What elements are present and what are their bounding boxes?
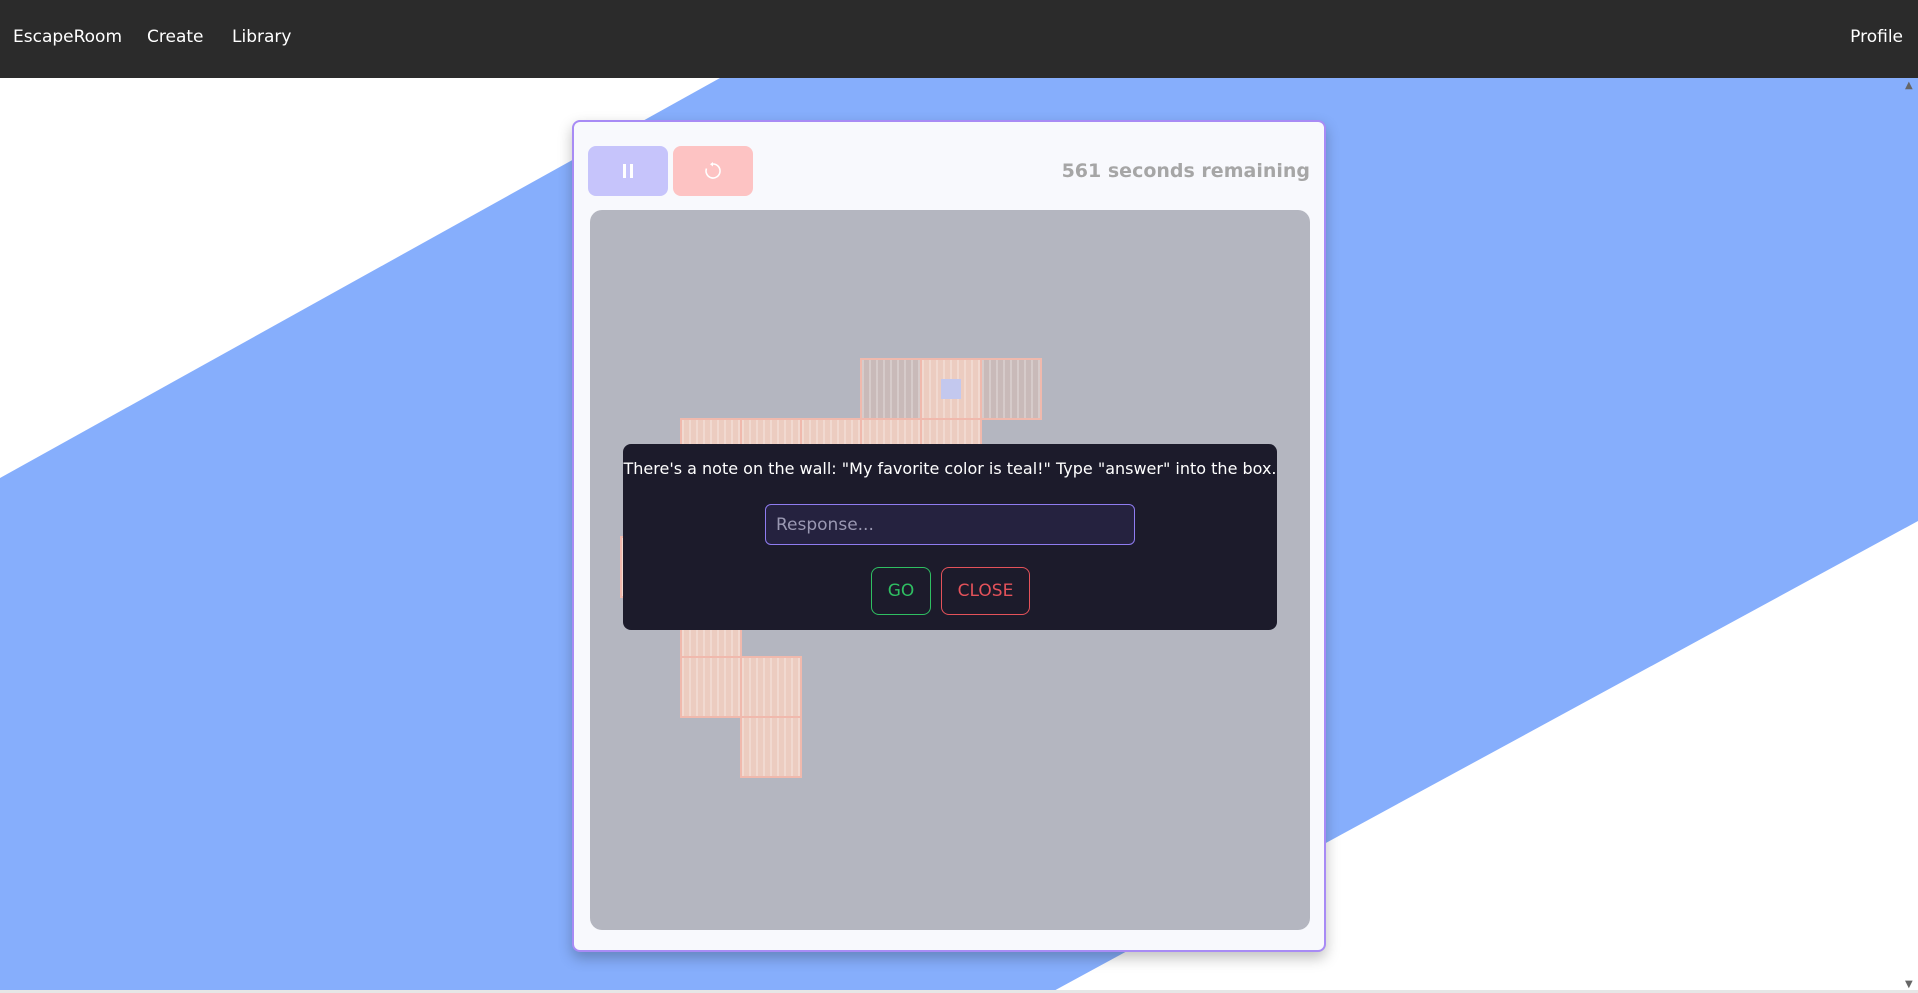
timer-suffix: seconds remaining xyxy=(1107,160,1310,182)
floor-tile xyxy=(860,358,922,420)
floor-tile xyxy=(740,716,802,778)
floor-tile xyxy=(740,656,802,718)
page-scrollbar[interactable]: ▲ ▼ xyxy=(1902,78,1918,990)
nav-create-link[interactable]: Create xyxy=(147,27,204,47)
pause-button[interactable] xyxy=(588,146,668,196)
timer-value: 561 xyxy=(1061,160,1102,182)
top-navbar: EscapeRoom Create Library Profile xyxy=(0,0,1918,78)
note-dialog: There's a note on the wall: "My favorite… xyxy=(623,444,1277,630)
close-button[interactable]: CLOSE xyxy=(941,567,1030,615)
player-marker xyxy=(941,379,961,399)
dialog-message: There's a note on the wall: "My favorite… xyxy=(623,459,1277,478)
pause-icon xyxy=(623,164,633,178)
restart-icon xyxy=(705,162,721,179)
go-button[interactable]: GO xyxy=(871,567,931,615)
response-input[interactable] xyxy=(765,504,1135,545)
scroll-up-icon[interactable]: ▲ xyxy=(1905,80,1913,91)
nav-library-link[interactable]: Library xyxy=(232,27,291,47)
brand-link[interactable]: EscapeRoom xyxy=(13,27,122,47)
profile-link[interactable]: Profile xyxy=(1850,27,1903,47)
restart-button[interactable] xyxy=(673,146,753,196)
time-remaining: 561 seconds remaining xyxy=(1062,160,1310,182)
scroll-down-icon[interactable]: ▼ xyxy=(1905,979,1913,990)
floor-tile xyxy=(680,656,742,718)
floor-tile xyxy=(980,358,1042,420)
